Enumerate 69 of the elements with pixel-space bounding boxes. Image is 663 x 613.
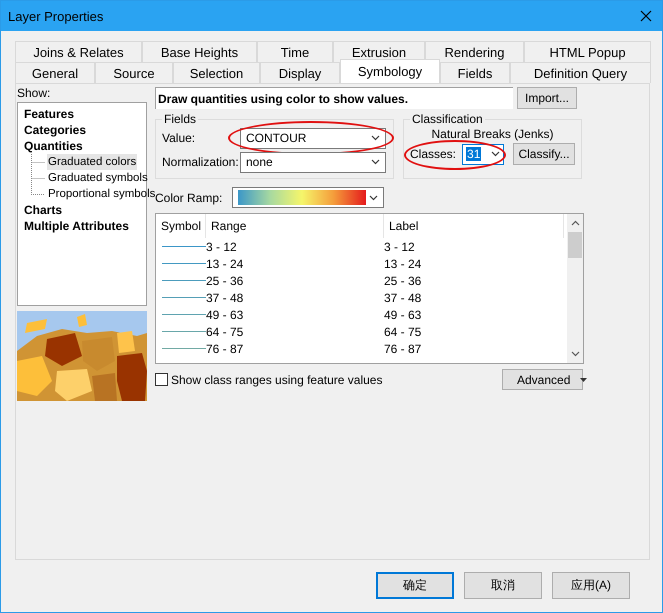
checkbox-label: Show class ranges using feature values (171, 372, 382, 386)
tab[interactable]: HTML Popup (524, 41, 651, 62)
caret-icon (491, 151, 500, 157)
tab[interactable]: Display (260, 62, 340, 83)
tab[interactable]: General (15, 62, 95, 83)
dialog-button[interactable]: 取消 (464, 572, 542, 599)
show-label: Show: (17, 87, 52, 100)
tree-item[interactable]: Quantities (23, 138, 84, 154)
column-header[interactable]: Label (384, 214, 564, 238)
tree-item[interactable]: Features (23, 106, 76, 122)
normalization-dropdown[interactable]: none (240, 152, 386, 172)
table-cell-text: 37 - 48 (384, 290, 422, 304)
group-title: Classification (411, 112, 484, 126)
color-ramp-dropdown[interactable] (232, 187, 384, 208)
tab[interactable]: Symbology (340, 59, 440, 83)
tab[interactable]: Fields (440, 62, 510, 83)
scrollbar[interactable] (567, 214, 583, 363)
import-button[interactable]: Import... (517, 87, 577, 109)
classes-dropdown[interactable]: 31 (462, 144, 504, 164)
field-label: Normalization: (162, 155, 240, 169)
tab[interactable]: Source (95, 62, 173, 83)
table-cell-text: 49 - 63 (384, 308, 422, 322)
tab[interactable]: Base Heights (142, 41, 257, 62)
table-cell-text: 49 - 63 (206, 308, 244, 322)
value-dropdown[interactable]: CONTOUR (240, 128, 386, 148)
table-cell-text: 13 - 24 (206, 256, 244, 270)
tree-item[interactable]: Graduated symbols (47, 170, 149, 186)
tab[interactable]: Rendering (425, 41, 524, 62)
tab[interactable]: Joins & Relates (15, 41, 142, 62)
table-cell-text: 25 - 36 (206, 274, 244, 288)
method-label: Natural Breaks (Jenks) (430, 126, 555, 143)
window-title: Layer Properties (8, 8, 104, 24)
caret-icon (371, 159, 380, 165)
table-cell-text: 37 - 48 (206, 290, 244, 304)
table-cell-text: 64 - 75 (206, 324, 244, 338)
caret-icon (369, 194, 378, 200)
caret-icon (580, 378, 588, 382)
dialog-button[interactable]: 确定 (376, 572, 454, 599)
scroll-down-icon[interactable] (570, 351, 580, 357)
field-label: Value: (162, 131, 196, 145)
table-cell-text: 25 - 36 (384, 274, 422, 288)
column-header[interactable]: Symbol (156, 214, 206, 238)
table-cell-text: 3 - 12 (206, 240, 238, 254)
field-label: Color Ramp: (155, 190, 224, 204)
tree-item[interactable]: Categories (23, 122, 88, 138)
tree-item[interactable]: Graduated colors (47, 154, 138, 170)
tab[interactable]: Selection (173, 62, 260, 83)
classify-button[interactable]: Classify... (513, 143, 576, 165)
table-cell-text: 76 - 87 (384, 342, 422, 356)
tree-item[interactable]: Multiple Attributes (23, 218, 130, 234)
tab[interactable]: Time (257, 41, 333, 62)
table-cell-text: 13 - 24 (384, 256, 422, 270)
close-icon[interactable] (640, 10, 652, 22)
group-title: Fields (163, 112, 198, 126)
table-cell-text: 76 - 87 (206, 342, 244, 356)
field-label: Classes: (410, 147, 456, 161)
scroll-thumb[interactable] (568, 232, 582, 258)
table-cell-text: 64 - 75 (384, 324, 422, 338)
dialog-button[interactable]: 应用(A) (552, 572, 630, 599)
tree-connector-icon (31, 154, 45, 170)
description-text: Draw quantities using color to show values. (155, 87, 513, 109)
scroll-up-icon[interactable] (570, 220, 580, 226)
tree-item[interactable]: Proportional symbols (47, 186, 156, 202)
table-cell-text: 3 - 12 (384, 240, 416, 254)
caret-icon (371, 135, 380, 141)
tree-item[interactable]: Charts (23, 202, 64, 218)
checkbox[interactable] (155, 373, 168, 386)
tab[interactable]: Definition Query (510, 62, 651, 83)
column-header[interactable]: Range (206, 214, 384, 238)
